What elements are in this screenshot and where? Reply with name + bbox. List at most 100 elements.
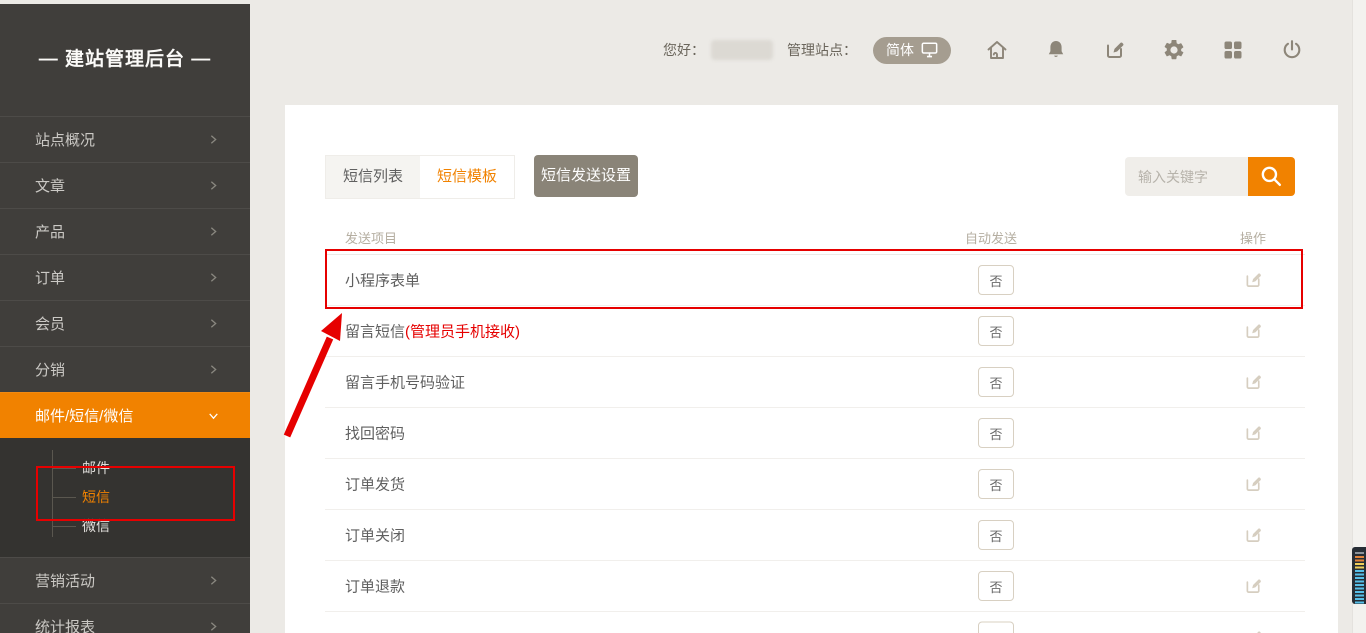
row-name: 小程序表单 <box>345 273 420 290</box>
search-icon <box>1259 164 1284 189</box>
redacted-username <box>711 40 773 60</box>
home-icon[interactable] <box>985 38 1009 62</box>
row-name-suffix: (管理员手机接收) <box>405 324 520 341</box>
sidebar-item-site-overview[interactable]: 站点概况 <box>0 116 250 162</box>
sidebar-item-mail-sms-wechat[interactable]: 邮件/短信/微信 <box>0 392 250 438</box>
language-site-badge[interactable]: 简体 <box>873 37 951 64</box>
row-name: 找回密码 <box>345 426 405 443</box>
table-row: 订单关闭 否 <box>325 510 1305 561</box>
search-button[interactable] <box>1248 157 1295 196</box>
table-row-partial <box>325 612 1305 633</box>
language-label: 简体 <box>886 40 914 60</box>
sms-send-settings-button[interactable]: 短信发送设置 <box>534 155 638 197</box>
auto-send-toggle-button[interactable]: 否 <box>978 316 1014 346</box>
sidebar-subitem-mail[interactable]: 邮件 <box>0 453 250 482</box>
meter-stripes-yellow <box>1355 563 1364 570</box>
compose-icon[interactable] <box>1103 38 1127 62</box>
search-box <box>1125 157 1295 196</box>
auto-send-toggle-button[interactable]: 否 <box>978 418 1014 448</box>
edit-compose-icon[interactable] <box>1243 372 1264 393</box>
row-name: 订单退款 <box>345 579 405 596</box>
sidebar-submenu: 邮件 短信 微信 <box>0 438 250 557</box>
auto-send-toggle-button[interactable]: 否 <box>978 265 1014 295</box>
column-header-send-item: 发送项目 <box>345 228 397 247</box>
column-header-auto-send: 自动发送 <box>965 228 1017 247</box>
page: — 建站管理后台 — 站点概况 文章 产品 订单 会员 <box>0 0 1366 633</box>
meter-stripes-orange <box>1355 556 1364 563</box>
edit-compose-icon[interactable] <box>1243 474 1264 495</box>
edit-compose-icon[interactable] <box>1243 525 1264 546</box>
chevron-right-icon <box>207 620 220 633</box>
sidebar-item-label: 订单 <box>35 267 65 288</box>
row-name: 订单关闭 <box>345 528 405 545</box>
chevron-right-icon <box>207 317 220 330</box>
table-header: 发送项目 自动发送 操作 <box>325 228 1305 255</box>
audio-meter-widget[interactable] <box>1352 547 1366 604</box>
greeting-text: 您好： <box>663 40 705 60</box>
monitor-icon <box>921 42 938 58</box>
auto-send-toggle-button[interactable]: 否 <box>978 571 1014 601</box>
sidebar-subitem-wechat[interactable]: 微信 <box>0 511 250 540</box>
power-icon[interactable] <box>1280 38 1304 62</box>
sidebar-item-members[interactable]: 会员 <box>0 300 250 346</box>
search-input[interactable] <box>1125 157 1248 196</box>
row-name: 留言手机号码验证 <box>345 375 465 392</box>
auto-send-toggle-button[interactable]: 否 <box>978 520 1014 550</box>
auto-send-toggle-button[interactable]: 否 <box>978 367 1014 397</box>
sidebar-menu: 站点概况 文章 产品 订单 会员 分销 <box>0 116 250 633</box>
manage-site-label: 管理站点： <box>787 40 857 60</box>
edit-compose-icon[interactable] <box>1243 576 1264 597</box>
chevron-right-icon <box>207 179 220 192</box>
subitem-label: 邮件 <box>82 458 110 478</box>
edit-compose-icon[interactable] <box>1243 423 1264 444</box>
header-icons <box>985 38 1304 62</box>
sidebar-item-label: 会员 <box>35 313 65 334</box>
app-title: — 建站管理后台 — <box>0 44 250 71</box>
sidebar-item-products[interactable]: 产品 <box>0 208 250 254</box>
row-name: 订单发货 <box>345 477 405 494</box>
tab-group: 短信列表 短信模板 <box>325 155 515 199</box>
scrollbar-track[interactable] <box>1352 0 1366 633</box>
edit-compose-icon[interactable] <box>1243 270 1264 291</box>
chevron-down-icon <box>207 409 220 422</box>
row-name: 留言短信 <box>345 324 405 341</box>
tab-sms-template[interactable]: 短信模板 <box>420 156 514 198</box>
edit-compose-icon[interactable] <box>1243 627 1264 633</box>
sidebar-item-label: 邮件/短信/微信 <box>35 405 133 426</box>
bell-icon[interactable] <box>1044 38 1068 62</box>
sidebar-item-distribution[interactable]: 分销 <box>0 346 250 392</box>
subitem-label: 微信 <box>82 516 110 536</box>
meter-stripe <box>1355 552 1364 554</box>
sidebar-item-label: 营销活动 <box>35 570 95 591</box>
subitem-label: 短信 <box>82 487 110 507</box>
sidebar-subitem-sms[interactable]: 短信 <box>0 482 250 511</box>
auto-send-toggle-button[interactable]: 否 <box>978 469 1014 499</box>
sidebar-item-label: 产品 <box>35 221 65 242</box>
chevron-right-icon <box>207 133 220 146</box>
gear-icon[interactable] <box>1162 38 1186 62</box>
table-row: 订单发货 否 <box>325 459 1305 510</box>
sidebar-item-label: 文章 <box>35 175 65 196</box>
tab-sms-list[interactable]: 短信列表 <box>326 156 420 198</box>
auto-send-toggle-button[interactable] <box>978 621 1014 633</box>
top-header: 您好： 管理站点： 简体 <box>250 0 1366 100</box>
chevron-right-icon <box>207 574 220 587</box>
table-row: 留言短信(管理员手机接收) 否 <box>325 306 1305 357</box>
sidebar-item-label: 统计报表 <box>35 616 95 633</box>
sidebar-item-marketing[interactable]: 营销活动 <box>0 557 250 603</box>
chevron-right-icon <box>207 225 220 238</box>
table-row: 订单退款 否 <box>325 561 1305 612</box>
sms-template-table: 发送项目 自动发送 操作 小程序表单 否 留言短信(管理员手机接收) 否 留言手… <box>325 228 1305 633</box>
apps-grid-icon[interactable] <box>1221 38 1245 62</box>
table-row: 留言手机号码验证 否 <box>325 357 1305 408</box>
sidebar: — 建站管理后台 — 站点概况 文章 产品 订单 会员 <box>0 4 250 633</box>
sidebar-item-label: 站点概况 <box>35 129 95 150</box>
sidebar-item-reports[interactable]: 统计报表 <box>0 603 250 633</box>
sidebar-item-orders[interactable]: 订单 <box>0 254 250 300</box>
main-panel: 短信列表 短信模板 短信发送设置 发送项目 自动发送 操作 小程序表单 否 <box>285 105 1338 633</box>
column-header-operation: 操作 <box>1240 228 1266 247</box>
edit-compose-icon[interactable] <box>1243 321 1264 342</box>
sidebar-item-articles[interactable]: 文章 <box>0 162 250 208</box>
chevron-right-icon <box>207 363 220 376</box>
table-row: 小程序表单 否 <box>325 255 1305 306</box>
